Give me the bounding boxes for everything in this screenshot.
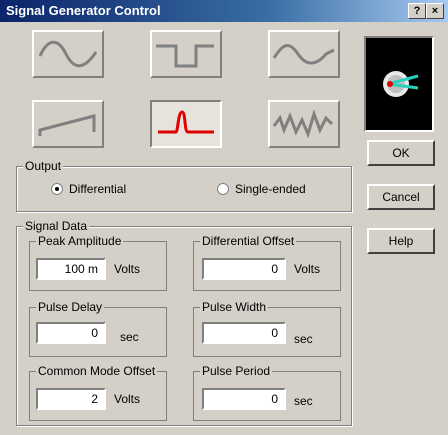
peak-amplitude-unit: Volts — [114, 262, 141, 276]
pulse-period-label: Pulse Period — [200, 364, 273, 378]
pulse-wave-button[interactable] — [150, 100, 222, 148]
pulse-delay-input[interactable]: 0 — [36, 322, 106, 344]
pulse-delay-unit: sec — [120, 330, 139, 344]
ramp-wave-button[interactable] — [32, 100, 104, 148]
sine-wave-button[interactable] — [32, 30, 104, 78]
pulse-width-group: Pulse Width 0 sec — [193, 300, 341, 357]
pulse-delay-label: Pulse Delay — [36, 300, 105, 314]
triangle-wave-button[interactable] — [268, 30, 340, 78]
differential-offset-input[interactable]: 0 — [202, 258, 286, 280]
close-button[interactable]: × — [426, 3, 444, 19]
common-mode-offset-label: Common Mode Offset — [36, 364, 158, 378]
pulse-period-unit: sec — [294, 394, 313, 408]
triangle-wave-icon — [272, 44, 335, 65]
square-wave-icon — [156, 44, 214, 68]
signal-probe-icon — [383, 71, 419, 97]
ramp-wave-icon — [38, 114, 96, 136]
pulse-width-input[interactable]: 0 — [202, 322, 286, 344]
pulse-wave-icon — [158, 110, 214, 134]
ok-button[interactable]: OK — [367, 140, 435, 166]
pulse-width-unit: sec — [294, 332, 313, 346]
help-button[interactable]: Help — [367, 228, 435, 254]
help-title-button[interactable]: ? — [408, 3, 426, 19]
single-ended-radio[interactable] — [217, 183, 229, 195]
cancel-button[interactable]: Cancel — [367, 184, 435, 210]
pulse-width-label: Pulse Width — [200, 300, 269, 314]
window-title: Signal Generator Control — [6, 3, 161, 18]
pulse-period-group: Pulse Period 0 sec — [193, 364, 341, 421]
common-mode-offset-group: Common Mode Offset 2 Volts — [29, 364, 167, 421]
signal-data-group: Signal Data Peak Amplitude 100 m Volts D… — [16, 219, 352, 426]
pulse-period-input[interactable]: 0 — [202, 388, 286, 410]
peak-amplitude-group: Peak Amplitude 100 m Volts — [29, 234, 167, 291]
pulse-delay-group: Pulse Delay 0 sec — [29, 300, 167, 357]
differential-offset-unit: Volts — [294, 262, 321, 276]
differential-offset-label: Differential Offset — [200, 234, 297, 248]
differential-offset-group: Differential Offset 0 Volts — [193, 234, 341, 291]
app-logo — [364, 36, 434, 132]
differential-radio[interactable] — [51, 183, 63, 195]
single-ended-label: Single-ended — [235, 182, 306, 196]
differential-label: Differential — [69, 182, 127, 196]
signal-data-legend: Signal Data — [23, 219, 90, 233]
square-wave-button[interactable] — [150, 30, 222, 78]
common-mode-offset-input[interactable]: 2 — [36, 388, 106, 410]
peak-amplitude-input[interactable]: 100 m — [36, 258, 106, 280]
common-mode-offset-unit: Volts — [114, 392, 141, 406]
noise-wave-button[interactable] — [268, 100, 340, 148]
sine-wave-icon — [38, 40, 98, 68]
noise-wave-icon — [272, 109, 334, 139]
output-group: Output Differential Single-ended — [16, 159, 352, 212]
title-bar: Signal Generator Control ? × — [0, 0, 448, 22]
peak-amplitude-label: Peak Amplitude — [36, 234, 124, 248]
output-legend: Output — [23, 159, 64, 173]
